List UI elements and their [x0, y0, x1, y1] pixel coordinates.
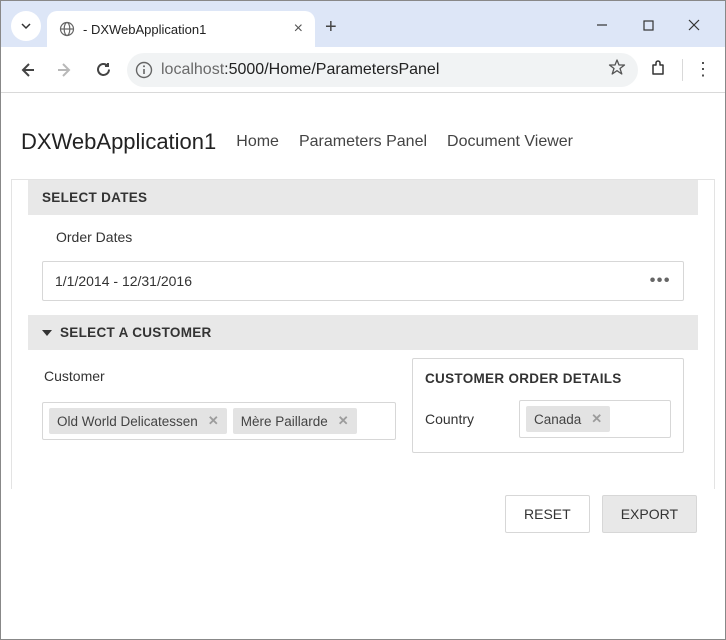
country-row: Country Canada ✕: [425, 400, 671, 438]
browser-menu-button[interactable]: ⋮: [693, 59, 713, 80]
section-header-dates: SELECT DATES: [28, 180, 698, 215]
tag-remove-icon[interactable]: ✕: [208, 413, 219, 429]
customer-label: Customer: [42, 358, 396, 402]
customer-column: Customer Old World Delicatessen ✕ Mère P…: [42, 358, 396, 453]
section-title-dates: SELECT DATES: [42, 190, 147, 205]
details-header: CUSTOMER ORDER DETAILS: [425, 367, 671, 400]
browser-window: - DXWebApplication1 × + localhost:5000/H…: [0, 0, 726, 640]
section-title-customer: SELECT A CUSTOMER: [60, 325, 212, 340]
tag-remove-icon[interactable]: ✕: [591, 411, 602, 427]
new-tab-button[interactable]: +: [325, 16, 337, 39]
reset-button[interactable]: RESET: [505, 495, 590, 533]
back-button[interactable]: [13, 56, 41, 84]
order-dates-value: 1/1/2014 - 12/31/2016: [55, 273, 192, 289]
tab-strip: - DXWebApplication1 × +: [1, 1, 725, 47]
site-info-icon[interactable]: [133, 59, 155, 81]
extensions-icon[interactable]: [648, 58, 672, 82]
url-box[interactable]: localhost:5000/Home/ParametersPanel: [127, 53, 638, 87]
tab-title: - DXWebApplication1: [83, 22, 286, 37]
nav-home[interactable]: Home: [236, 133, 279, 151]
country-label: Country: [425, 411, 507, 427]
bookmark-icon[interactable]: [608, 58, 630, 81]
order-dates-label: Order Dates: [28, 215, 698, 255]
app-navbar: DXWebApplication1 Home Parameters Panel …: [11, 111, 715, 179]
window-controls: [579, 9, 717, 41]
close-window-button[interactable]: [671, 9, 717, 41]
tag-label: Old World Delicatessen: [57, 414, 198, 429]
tab-search-button[interactable]: [11, 11, 41, 41]
order-dates-input[interactable]: 1/1/2014 - 12/31/2016 •••: [42, 261, 684, 301]
section-body-dates: Order Dates 1/1/2014 - 12/31/2016 •••: [28, 215, 698, 301]
tag-label: Mère Paillarde: [241, 414, 328, 429]
chevron-down-icon: [42, 330, 52, 336]
customer-tag: Old World Delicatessen ✕: [49, 408, 227, 434]
browser-tab[interactable]: - DXWebApplication1 ×: [47, 11, 315, 47]
maximize-button[interactable]: [625, 9, 671, 41]
customer-details-panel: CUSTOMER ORDER DETAILS Country Canada ✕: [412, 358, 684, 453]
country-tag: Canada ✕: [526, 406, 610, 432]
forward-button[interactable]: [51, 56, 79, 84]
app-title: DXWebApplication1: [21, 129, 216, 155]
globe-icon: [59, 21, 75, 37]
footer-buttons: RESET EXPORT: [11, 489, 715, 533]
country-tagbox[interactable]: Canada ✕: [519, 400, 671, 438]
customer-tag: Mère Paillarde ✕: [233, 408, 357, 434]
toolbar-divider: [682, 59, 683, 81]
tab-close-button[interactable]: ×: [294, 20, 303, 38]
url-text: localhost:5000/Home/ParametersPanel: [161, 61, 602, 79]
nav-document-viewer[interactable]: Document Viewer: [447, 133, 573, 151]
nav-parameters-panel[interactable]: Parameters Panel: [299, 133, 427, 151]
section-body-customer: Customer Old World Delicatessen ✕ Mère P…: [28, 350, 698, 467]
tag-remove-icon[interactable]: ✕: [338, 413, 349, 429]
customer-tagbox[interactable]: Old World Delicatessen ✕ Mère Paillarde …: [42, 402, 396, 440]
section-header-customer[interactable]: SELECT A CUSTOMER: [28, 315, 698, 350]
address-bar: localhost:5000/Home/ParametersPanel ⋮: [1, 47, 725, 93]
minimize-button[interactable]: [579, 9, 625, 41]
date-picker-icon[interactable]: •••: [650, 272, 671, 290]
reload-button[interactable]: [89, 56, 117, 84]
export-button[interactable]: EXPORT: [602, 495, 697, 533]
tag-label: Canada: [534, 412, 581, 427]
page-content: DXWebApplication1 Home Parameters Panel …: [1, 93, 725, 639]
parameters-panel: SELECT DATES Order Dates 1/1/2014 - 12/3…: [11, 179, 715, 489]
